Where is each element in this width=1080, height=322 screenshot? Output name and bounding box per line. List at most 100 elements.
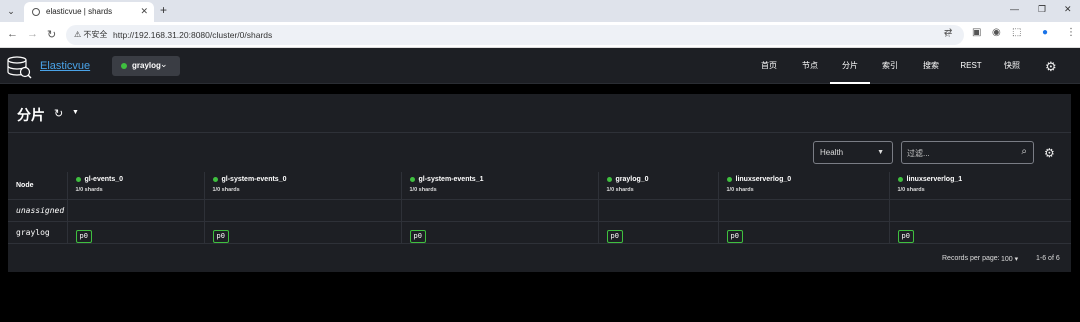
index-name: gl-system-events_1 — [409, 176, 598, 183]
page-title: 分片 — [17, 107, 45, 123]
health-filter-select[interactable]: Health ▼ — [813, 141, 893, 164]
index-name: gl-system-events_0 — [212, 176, 401, 183]
browser-tab-strip: ⌄ elasticvue | shards ✕ + — ❐ ✕ — [0, 0, 1080, 22]
column-header-index: linuxserverlog_0 1/0 shards — [718, 172, 890, 200]
browser-tab[interactable]: elasticvue | shards ✕ — [24, 2, 154, 22]
health-select-label: Health — [820, 148, 844, 157]
refresh-menu-caret-icon[interactable]: ▼ — [72, 109, 79, 116]
shard-cell — [718, 199, 890, 222]
index-name: graylog_0 — [606, 176, 718, 183]
cluster-selector[interactable]: graylog ⌄ — [112, 56, 180, 76]
index-name-label: gl-system-events_1 — [418, 176, 484, 183]
back-icon[interactable]: ← — [7, 28, 18, 40]
shard-badge[interactable]: p0 — [212, 229, 229, 243]
index-health-dot — [409, 176, 415, 182]
extension-icon-1[interactable]: ◉ — [992, 27, 1001, 38]
new-tab-icon[interactable]: + — [160, 3, 167, 17]
address-bar: ← → ↻ ⚠ 不安全 http://192.168.31.20:8080/cl… — [0, 22, 1080, 48]
url-field[interactable]: ⚠ 不安全 http://192.168.31.20:8080/cluster/… — [66, 25, 964, 45]
index-shard-count: 1/0 shards — [212, 187, 240, 193]
index-shard-count: 1/0 shards — [606, 187, 634, 193]
records-per-page-select[interactable]: 100 ▾ — [1001, 255, 1018, 263]
divider — [8, 132, 1071, 133]
shard-cell — [204, 199, 402, 222]
tab-search-icon[interactable]: ⌄ — [4, 4, 18, 18]
index-shard-count: 1/0 shards — [897, 187, 925, 193]
column-header-index: graylog_0 1/0 shards — [598, 172, 719, 200]
shard-badge[interactable]: p0 — [75, 229, 92, 243]
table-settings-gear-icon[interactable]: ⚙ — [1044, 146, 1055, 160]
search-icon[interactable]: ⌕ — [1021, 146, 1027, 157]
index-shard-count: 1/0 shards — [75, 187, 103, 193]
reader-icon[interactable]: ▣ — [972, 27, 981, 38]
shard-cell: p0 — [889, 221, 1071, 244]
app-header: Elasticvue graylog ⌄ 首页 节点 分片 索引 搜索 REST… — [0, 48, 1080, 84]
index-name: linuxserverlog_1 — [897, 176, 1072, 183]
shard-cell: p0 — [598, 221, 719, 244]
browser-menu-icon[interactable]: ⋮ — [1066, 27, 1076, 38]
nav-search[interactable]: 搜索 — [914, 48, 948, 84]
tab-close-icon[interactable]: ✕ — [140, 6, 148, 17]
column-header-index: gl-system-events_1 1/0 shards — [401, 172, 599, 200]
index-shard-count: 1/0 shards — [726, 187, 754, 193]
table-row: unassigned — [8, 199, 1071, 222]
shard-cell — [889, 199, 1071, 222]
nav-home[interactable]: 首页 — [752, 48, 786, 84]
shard-badge[interactable]: p0 — [409, 229, 426, 243]
elasticvue-logo-icon — [7, 56, 32, 79]
nav-indices[interactable]: 索引 — [873, 48, 907, 84]
index-health-dot — [212, 176, 218, 182]
records-per-page-label: Records per page: — [942, 255, 1000, 262]
shard-badge[interactable]: p0 — [606, 229, 623, 243]
column-header-index: linuxserverlog_1 1/0 shards — [889, 172, 1072, 200]
column-header-index: gl-system-events_0 1/0 shards — [204, 172, 402, 200]
url-text: http://192.168.31.20:8080/cluster/0/shar… — [113, 30, 273, 40]
window-close-icon[interactable]: ✕ — [1064, 4, 1072, 15]
shard-badge[interactable]: p0 — [897, 229, 914, 243]
node-cell: graylog — [8, 221, 68, 244]
nav-rest[interactable]: REST — [954, 48, 988, 84]
shards-panel: 分片 ↻ ▼ Health ▼ ⌕ ⚙ Node gl-events_0 1/0… — [8, 94, 1071, 272]
refresh-icon[interactable]: ↻ — [54, 107, 63, 120]
forward-icon[interactable]: → — [27, 28, 38, 40]
caret-down-icon: ▼ — [877, 149, 884, 156]
index-name-label: graylog_0 — [615, 176, 649, 183]
profile-avatar-icon[interactable]: ● — [1042, 27, 1048, 38]
shard-cell — [401, 199, 599, 222]
security-warning-label: 不安全 — [83, 30, 108, 39]
shard-cell — [598, 199, 719, 222]
index-health-dot — [897, 176, 903, 182]
reload-icon[interactable]: ↻ — [47, 28, 56, 41]
node-cell: unassigned — [8, 199, 68, 222]
shard-cell: p0 — [718, 221, 890, 244]
index-health-dot — [606, 176, 612, 182]
shard-cell: p0 — [401, 221, 599, 244]
pagination-range: 1-6 of 6 — [1036, 255, 1060, 262]
nav-shards[interactable]: 分片 — [830, 48, 870, 84]
shard-cell: p0 — [204, 221, 402, 244]
nav-snapshots[interactable]: 快照 — [995, 48, 1029, 84]
index-health-dot — [726, 176, 732, 182]
nav-nodes[interactable]: 节点 — [793, 48, 827, 84]
table-row: graylog p0 p0 p0 p0 p0 p0 — [8, 221, 1071, 244]
records-per-page-value: 100 — [1001, 256, 1013, 263]
index-name-label: gl-events_0 — [84, 176, 124, 183]
index-name: linuxserverlog_0 — [726, 176, 889, 183]
cluster-health-dot — [121, 63, 127, 69]
table-header-row: Node gl-events_0 1/0 shards gl-system-ev… — [8, 172, 1072, 200]
security-warning[interactable]: ⚠ 不安全 — [74, 29, 107, 40]
brand-link[interactable]: Elasticvue — [40, 60, 90, 72]
extensions-icon[interactable]: ⬚ — [1012, 27, 1021, 38]
shard-badge[interactable]: p0 — [726, 229, 743, 243]
column-header-node: Node — [8, 172, 68, 200]
index-name: gl-events_0 — [75, 176, 204, 183]
filter-field[interactable]: ⌕ — [901, 141, 1034, 164]
shard-cell: p0 — [67, 221, 205, 244]
index-shard-count: 1/0 shards — [409, 187, 437, 193]
restore-icon[interactable]: ❐ — [1038, 4, 1046, 15]
minimize-icon[interactable]: — — [1010, 4, 1019, 14]
translate-icon[interactable]: ⇄ — [944, 27, 952, 38]
index-health-dot — [75, 176, 81, 182]
settings-gear-icon[interactable]: ⚙ — [1045, 59, 1057, 75]
filter-input[interactable] — [907, 146, 1007, 160]
